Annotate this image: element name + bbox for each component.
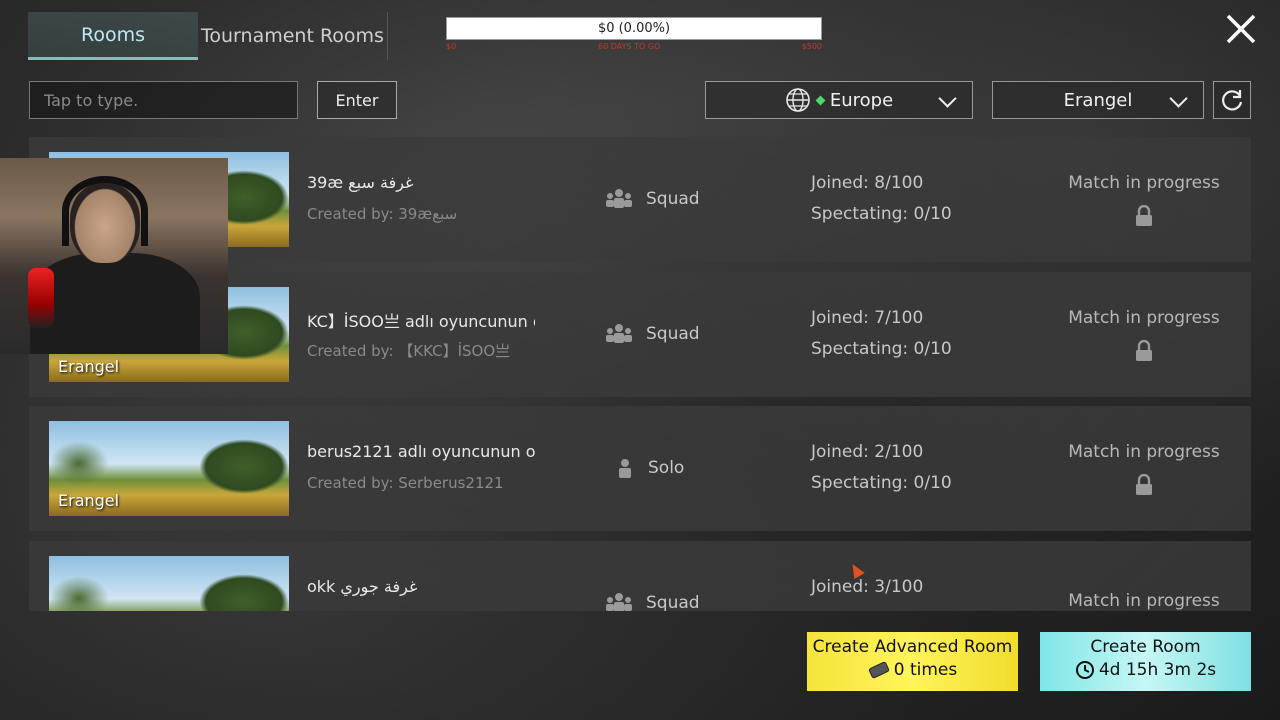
chevron-down-icon xyxy=(1169,89,1188,108)
clock-icon xyxy=(1075,661,1094,679)
progress-left-label: $0 xyxy=(446,42,457,51)
close-icon xyxy=(1226,14,1256,44)
progress-middle-label: 60 DAYS TO GO xyxy=(598,42,661,51)
lock-icon xyxy=(1136,340,1152,361)
refresh-button[interactable] xyxy=(1213,81,1251,119)
map-dropdown[interactable]: Erangel xyxy=(992,81,1204,119)
room-status: Match in progress xyxy=(1068,591,1220,611)
globe-icon xyxy=(786,88,810,112)
room-creator: Created by: Serberus2121 xyxy=(307,474,504,492)
room-joined: Joined: 2/100 xyxy=(811,442,924,462)
streamer-webcam-overlay xyxy=(0,158,228,354)
create-room-timer: 4d 15h 3m 2s xyxy=(1040,660,1251,680)
squad-icon xyxy=(606,324,632,343)
microphone-icon xyxy=(28,268,54,328)
region-value: Europe xyxy=(829,89,894,111)
progress-right-label: $500 xyxy=(801,42,822,51)
room-status: Match in progress xyxy=(1068,308,1220,328)
room-row[interactable]: okk غرفة جوري Squad Joined: 3/100 Match … xyxy=(29,541,1251,611)
create-room-label: Create Room xyxy=(1090,637,1201,657)
refresh-icon xyxy=(1222,90,1243,111)
create-advanced-room-button[interactable]: Create Advanced Room 0 times xyxy=(807,632,1018,691)
progress-text: $0 (0.00%) xyxy=(597,21,671,36)
online-dot-icon xyxy=(815,95,826,105)
room-mode-label: Squad xyxy=(646,593,700,611)
room-joined: Joined: 3/100 xyxy=(811,577,924,597)
squad-icon xyxy=(606,189,632,208)
headphones-icon xyxy=(62,176,148,246)
room-mode: Squad xyxy=(604,591,700,611)
lock-icon xyxy=(1136,205,1152,226)
create-room-button[interactable]: Create Room 4d 15h 3m 2s xyxy=(1040,632,1251,691)
room-name: okk غرفة جوري xyxy=(307,577,418,596)
enter-button[interactable]: Enter xyxy=(317,81,397,119)
room-row[interactable]: Erangel berus2121 adlı oyuncunun odası C… xyxy=(29,406,1251,531)
webcam-person-body xyxy=(30,253,200,354)
room-name: KC】İSOO亗 adlı oyuncunun o xyxy=(307,312,535,331)
squad-icon xyxy=(606,593,632,611)
lock-icon xyxy=(1136,474,1152,495)
room-status: Match in progress xyxy=(1068,173,1220,193)
create-room-timer-label: 4d 15h 3m 2s xyxy=(1098,660,1217,680)
tab-tournament-rooms[interactable]: Tournament Rooms xyxy=(198,12,388,60)
advanced-room-count: 0 times xyxy=(807,660,1018,680)
region-dropdown[interactable]: Europe xyxy=(705,81,973,119)
solo-icon xyxy=(619,459,631,478)
close-button[interactable] xyxy=(1222,12,1260,50)
room-spectating: Spectating: 0/10 xyxy=(811,339,952,359)
room-mode-label: Squad xyxy=(646,324,700,344)
tab-rooms[interactable]: Rooms xyxy=(28,12,198,60)
create-advanced-room-label: Create Advanced Room xyxy=(812,637,1013,657)
room-joined: Joined: 8/100 xyxy=(811,173,924,193)
thumbnail-map-label: Erangel xyxy=(58,357,120,376)
thumbnail-map-label: Erangel xyxy=(58,491,120,510)
room-spectating: Spectating: 0/10 xyxy=(811,473,952,493)
chevron-down-icon xyxy=(938,89,957,108)
map-thumbnail xyxy=(49,556,289,611)
room-mode: Solo xyxy=(614,456,684,480)
room-mode-label: Solo xyxy=(648,458,685,478)
room-mode: Squad xyxy=(604,187,700,211)
map-value: Erangel xyxy=(1063,89,1133,111)
room-joined: Joined: 7/100 xyxy=(811,308,924,328)
room-creator: Created by: 39æسبع xyxy=(307,205,458,223)
progress-caption: $0 60 DAYS TO GO $500 xyxy=(446,42,822,54)
ticket-icon xyxy=(868,661,889,679)
room-mode-label: Squad xyxy=(646,189,700,209)
room-status: Match in progress xyxy=(1068,442,1220,462)
room-spectating: Spectating: 0/10 xyxy=(811,204,952,224)
search-input[interactable] xyxy=(29,81,298,119)
donation-progress-bar: $0 (0.00%) xyxy=(446,17,822,40)
room-mode: Squad xyxy=(604,322,700,346)
map-thumbnail: Erangel xyxy=(49,421,289,516)
advanced-room-count-label: 0 times xyxy=(893,660,958,680)
room-creator: Created by: 【KKC】İSOO亗 xyxy=(307,342,511,360)
top-tabs: Rooms Tournament Rooms xyxy=(28,12,388,60)
room-name: berus2121 adlı oyuncunun odası xyxy=(307,442,535,461)
room-name: 39æ غرفة سبع xyxy=(307,173,414,192)
